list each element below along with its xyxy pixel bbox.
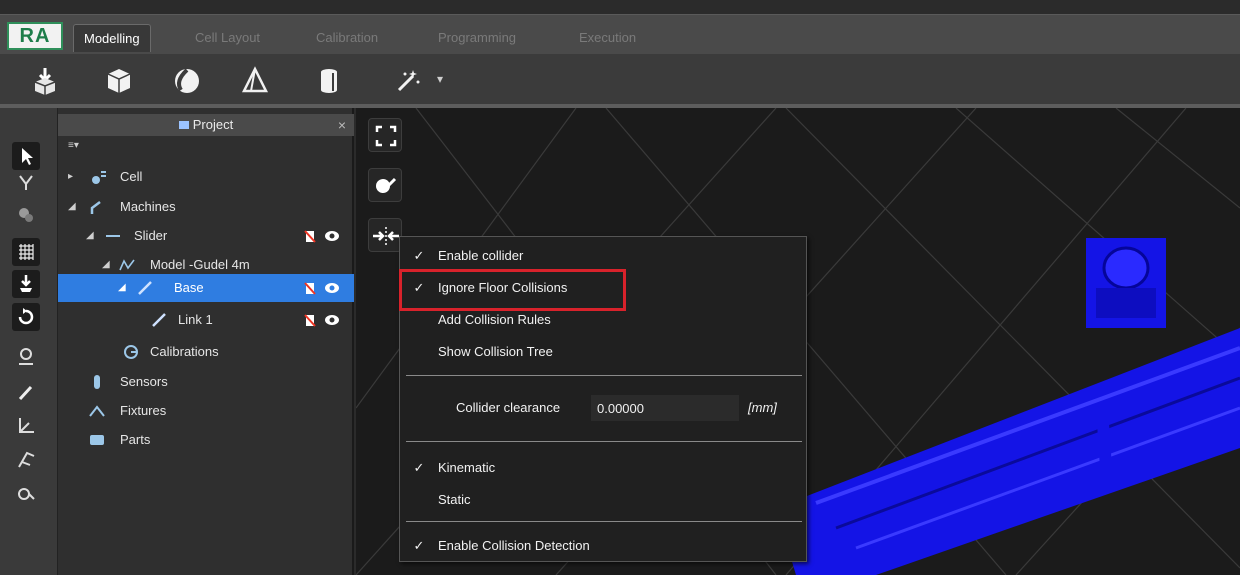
- tree-item-label: Machines: [120, 199, 176, 214]
- tab-cell-layout[interactable]: Cell Layout: [195, 24, 260, 52]
- menu-divider: [406, 521, 802, 522]
- collider-clearance-input[interactable]: [591, 395, 739, 421]
- menu-item-enable-collider[interactable]: ✓ Enable collider: [400, 241, 808, 271]
- fit-view-button[interactable]: [368, 118, 402, 152]
- lasso-tool-button[interactable]: [12, 168, 40, 196]
- checkmark-icon: ✓: [413, 248, 425, 263]
- paint-icon: [19, 208, 33, 222]
- tree-item-label: Cell: [120, 169, 143, 184]
- collision-settings-button[interactable]: [368, 218, 402, 252]
- tree-item-label: Parts: [120, 432, 151, 447]
- paint-view-button[interactable]: [368, 168, 402, 202]
- menu-item-label: Enable collider: [438, 248, 524, 263]
- project-panel-title: Project: [192, 117, 234, 132]
- tree-item-label: Base: [174, 280, 204, 295]
- tree-item-label: Fixtures: [120, 403, 167, 418]
- tree-item-label: Slider: [134, 228, 168, 243]
- menu-item-kinematic[interactable]: ✓ Kinematic: [400, 453, 808, 483]
- menu-item-label: Static: [438, 492, 471, 507]
- tree-item-link-1[interactable]: Link 1: [66, 307, 354, 333]
- highlight-annotation-box: [399, 269, 626, 311]
- menu-item-label: Kinematic: [438, 460, 496, 475]
- link-icon: [152, 313, 166, 327]
- expand-arrow-icon[interactable]: ▸: [68, 164, 73, 190]
- collapse-arrow-icon[interactable]: ◢: [118, 275, 126, 301]
- menu-item-label: Enable Collision Detection: [438, 538, 590, 553]
- select-tool-button[interactable]: [12, 142, 40, 170]
- fixture-icon: [89, 405, 105, 417]
- close-icon[interactable]: ×: [338, 114, 346, 136]
- application-window: RA Modelling Cell Layout Calibration Pro…: [0, 0, 1240, 575]
- axis-icon: [19, 418, 34, 433]
- cube-icon[interactable]: [104, 66, 134, 96]
- paint-tool-button[interactable]: [12, 200, 40, 228]
- project-panel-header: Project ×: [58, 114, 354, 136]
- menu-item-static[interactable]: Static: [400, 485, 808, 515]
- tab-calibration[interactable]: Calibration: [316, 24, 378, 52]
- tree-item-calibrations[interactable]: Calibrations: [66, 339, 354, 365]
- tool-tool-button[interactable]: [12, 480, 40, 508]
- tree-item-fixtures[interactable]: Fixtures: [66, 398, 354, 424]
- calibration-icon: [124, 345, 138, 359]
- drop-tool-button[interactable]: [12, 270, 40, 298]
- app-logo: RA: [7, 22, 63, 50]
- tab-execution[interactable]: Execution: [579, 24, 636, 52]
- gripper-icon: [18, 488, 35, 500]
- rotate-tool-button[interactable]: [12, 303, 40, 331]
- location-icon: [19, 348, 33, 365]
- cylinder-icon[interactable]: [314, 66, 344, 96]
- magic-wand-icon[interactable]: [393, 66, 423, 96]
- tree-item-label: Sensors: [120, 374, 168, 389]
- clearance-label: Collider clearance: [456, 400, 561, 415]
- checkmark-icon: ✓: [413, 538, 425, 553]
- frame-icon: [18, 451, 35, 468]
- tree-item-parts[interactable]: Parts: [66, 427, 354, 453]
- wand-dropdown-icon[interactable]: ▾: [437, 72, 443, 86]
- sphere-icon[interactable]: [172, 66, 202, 96]
- pen-icon: [18, 385, 33, 401]
- tab-modelling[interactable]: Modelling: [73, 24, 151, 52]
- grid-icon: [19, 244, 34, 260]
- clearance-unit: [mm]: [748, 400, 777, 415]
- collapse-arrow-icon[interactable]: ◢: [68, 194, 76, 220]
- tree-item-label: Link 1: [178, 312, 213, 327]
- cursor-icon: [22, 148, 33, 165]
- collision-icon: [373, 227, 399, 245]
- lasso-icon: [19, 175, 33, 190]
- robot-arm-icon: [90, 201, 101, 214]
- import-icon[interactable]: [30, 66, 60, 96]
- rotate-icon: [18, 308, 34, 325]
- menu-item-enable-collision-detection[interactable]: ✓ Enable Collision Detection: [400, 531, 808, 561]
- tree-item-label: Calibrations: [150, 344, 219, 359]
- model-icon: [119, 259, 135, 271]
- locate-tool-button[interactable]: [12, 343, 40, 371]
- tab-programming[interactable]: Programming: [438, 24, 516, 52]
- measure-tool-button[interactable]: [12, 378, 40, 406]
- menu-item-label: Show Collision Tree: [438, 344, 553, 359]
- menu-item-show-collision-tree[interactable]: Show Collision Tree: [400, 337, 808, 367]
- axis-tool-button[interactable]: [12, 412, 40, 440]
- drop-to-floor-icon: [20, 275, 32, 292]
- tree-menu-icon[interactable]: ≡▾: [68, 140, 79, 151]
- tree-item-base[interactable]: ◢ Base: [66, 275, 354, 301]
- grid-tool-button[interactable]: [12, 238, 40, 266]
- tree-item-cell[interactable]: ▸ Cell: [66, 164, 354, 190]
- tree-item-sensors[interactable]: Sensors: [66, 369, 354, 395]
- checkmark-icon: ✓: [413, 460, 425, 475]
- part-icon: [90, 435, 104, 445]
- frame-tool-button[interactable]: [12, 446, 40, 474]
- cell-icon: [92, 171, 106, 184]
- tree-item-slider[interactable]: ◢ Slider: [66, 223, 354, 249]
- slider-icon: [106, 235, 120, 237]
- folder-icon: [178, 121, 189, 129]
- tree-item-machines[interactable]: ◢ Machines: [66, 194, 354, 220]
- menu-divider: [406, 441, 802, 442]
- cone-icon[interactable]: [240, 66, 270, 96]
- sensor-icon: [94, 375, 100, 389]
- fullscreen-icon: [375, 125, 397, 147]
- menu-divider: [406, 375, 802, 376]
- collapse-arrow-icon[interactable]: ◢: [86, 223, 94, 249]
- brush-icon: [376, 177, 397, 193]
- link-icon: [138, 281, 152, 295]
